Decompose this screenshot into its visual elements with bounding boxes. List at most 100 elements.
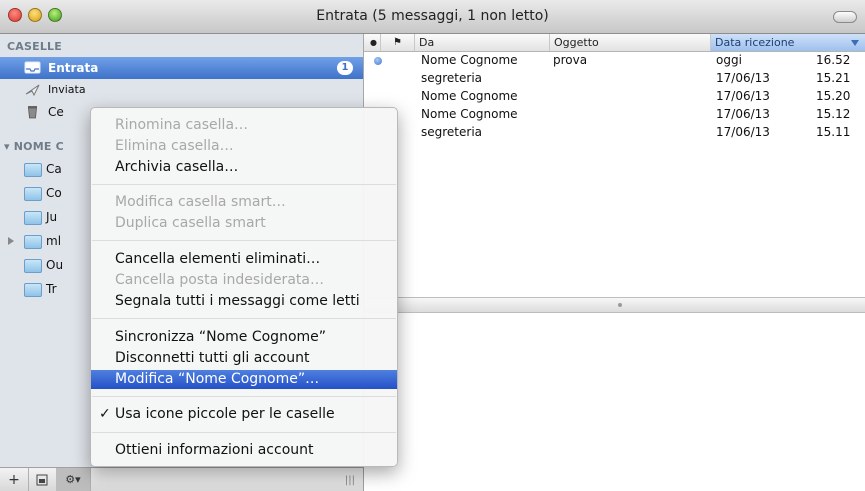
menu-item-label: Cancella elementi eliminati… [115, 251, 321, 267]
inbox-icon [24, 61, 41, 74]
message-preview-pane [364, 313, 865, 491]
folder-icon [24, 235, 42, 249]
message-from: Nome Cognome [421, 89, 518, 103]
menu-item-label: Elimina casella… [115, 138, 234, 154]
message-time: 15.20 [816, 89, 851, 103]
column-subject[interactable]: Oggetto [550, 34, 711, 51]
message-from: Nome Cognome [421, 53, 518, 67]
title-bar[interactable]: Entrata (5 messaggi, 1 non letto) [0, 0, 865, 34]
window-title: Entrata (5 messaggi, 1 non letto) [316, 8, 549, 24]
message-time: 15.21 [816, 71, 851, 85]
disclosure-triangle-icon[interactable] [8, 237, 14, 245]
menu-item-label: Disconnetti tutti gli account [115, 350, 310, 366]
message-list-header: ● ⚑ Da Oggetto Data ricezione [364, 34, 865, 52]
splitter-grip-icon [618, 303, 622, 307]
menu-separator [92, 318, 396, 319]
menu-item-small-icons[interactable]: ✓ Usa icone piccole per le caselle [91, 405, 397, 424]
pane-splitter[interactable] [364, 297, 865, 313]
folder-icon [24, 259, 42, 273]
sidebar-section-mailboxes: CASELLE [7, 40, 62, 53]
sidebar-item-label: ml [46, 234, 62, 248]
menu-item-label: Usa icone piccole per le caselle [115, 406, 335, 422]
sidebar-item-label: Ju [46, 210, 58, 224]
sidebar-bottom-bar: + ⚙▾ ||| [0, 467, 364, 491]
menu-item-disconnect-accounts[interactable]: Disconnetti tutti gli account [91, 349, 397, 368]
sent-icon [25, 84, 40, 97]
menu-separator [92, 432, 396, 433]
action-gear-button[interactable]: ⚙▾ [56, 468, 91, 491]
sidebar-item-inviata[interactable]: Inviata [0, 79, 363, 101]
unread-dot-icon [374, 57, 382, 65]
sort-descending-icon [851, 40, 859, 46]
checkmark-icon: ✓ [99, 406, 111, 422]
message-from: segreteria [421, 71, 483, 85]
sidebar-item-label: Ou [46, 258, 64, 272]
menu-item-delete-mailbox[interactable]: Elimina casella… [91, 137, 397, 156]
message-time: 16.52 [816, 53, 851, 67]
column-date-label: Data ricezione [715, 36, 795, 49]
folder-icon [24, 187, 42, 201]
menu-item-duplicate-smart-mailbox[interactable]: Duplica casella smart [91, 214, 397, 233]
message-row[interactable]: Nome Cognome 17/06/13 15.20 [364, 88, 865, 105]
menu-separator [92, 396, 396, 397]
add-mailbox-button[interactable]: + [0, 468, 29, 491]
folder-icon [24, 163, 42, 177]
message-date: 17/06/13 [716, 107, 770, 121]
trash-icon [28, 106, 37, 119]
sidebar-section-account[interactable]: ▾ NOME C [4, 140, 64, 153]
menu-item-archive-mailbox[interactable]: Archivia casella… [91, 158, 397, 177]
menu-item-edit-account[interactable]: Modifica “Nome Cognome”… [91, 370, 397, 389]
menu-item-label: Cancella posta indesiderata… [115, 272, 324, 288]
message-time: 15.12 [816, 107, 851, 121]
sidebar-item-entrata[interactable]: Entrata 1 [0, 57, 363, 79]
menu-item-rename-mailbox[interactable]: Rinomina casella… [91, 116, 397, 135]
sidebar-item-label: Inviata [48, 83, 86, 96]
message-subject: prova [553, 53, 588, 67]
sidebar-item-label: Ca [46, 162, 62, 176]
menu-item-erase-junk[interactable]: Cancella posta indesiderata… [91, 271, 397, 290]
menu-item-label: Duplica casella smart [115, 215, 266, 231]
unread-count-badge: 1 [337, 61, 353, 75]
column-unread[interactable]: ● [364, 34, 381, 51]
toolbar-toggle-button[interactable] [833, 11, 857, 23]
sidebar-item-label: Tr [46, 282, 57, 296]
menu-item-label: Sincronizza “Nome Cognome” [115, 329, 327, 345]
column-date-received[interactable]: Data ricezione [711, 34, 865, 51]
folder-icon [24, 283, 42, 297]
photo-browser-icon [36, 474, 48, 486]
message-date: oggi [716, 53, 742, 67]
menu-item-mark-all-read[interactable]: Segnala tutti i messaggi come letti [91, 292, 397, 311]
menu-item-label: Modifica “Nome Cognome”… [115, 371, 320, 387]
message-row[interactable]: Nome Cognome 17/06/13 15.12 [364, 106, 865, 123]
menu-item-edit-smart-mailbox[interactable]: Modifica casella smart… [91, 193, 397, 212]
menu-item-label: Archivia casella… [115, 159, 239, 175]
message-row[interactable]: segreteria 17/06/13 15.11 [364, 124, 865, 141]
column-from[interactable]: Da [415, 34, 550, 51]
message-row[interactable]: segreteria 17/06/13 15.21 [364, 70, 865, 87]
account-name: NOME C [13, 140, 64, 153]
menu-item-label: Rinomina casella… [115, 117, 249, 133]
folder-icon [24, 211, 42, 225]
show-hide-preview-button[interactable] [28, 468, 57, 491]
sidebar-item-label: Entrata [48, 61, 99, 75]
message-date: 17/06/13 [716, 125, 770, 139]
message-date: 17/06/13 [716, 71, 770, 85]
message-date: 17/06/13 [716, 89, 770, 103]
mailbox-action-menu: Rinomina casella… Elimina casella… Archi… [90, 107, 398, 467]
message-time: 15.11 [816, 125, 851, 139]
column-attachment[interactable]: ⚑ [381, 34, 415, 51]
message-from: segreteria [421, 125, 483, 139]
menu-separator [92, 240, 396, 241]
resize-grip-icon[interactable]: ||| [345, 475, 355, 486]
message-row[interactable]: Nome Cognome prova oggi 16.52 [364, 52, 865, 69]
menu-item-erase-deleted[interactable]: Cancella elementi eliminati… [91, 250, 397, 269]
menu-separator [92, 184, 396, 185]
menu-item-synchronize-account[interactable]: Sincronizza “Nome Cognome” [91, 328, 397, 347]
message-from: Nome Cognome [421, 107, 518, 121]
menu-item-label: Ottieni informazioni account [115, 442, 314, 458]
menu-item-label: Segnala tutti i messaggi come letti [115, 293, 360, 309]
sidebar-item-label: Co [46, 186, 62, 200]
message-list: ● ⚑ Da Oggetto Data ricezione Nome Cogno… [364, 34, 865, 297]
menu-item-account-info[interactable]: Ottieni informazioni account [91, 441, 397, 460]
mail-window: Entrata (5 messaggi, 1 non letto) CASELL… [0, 0, 865, 491]
